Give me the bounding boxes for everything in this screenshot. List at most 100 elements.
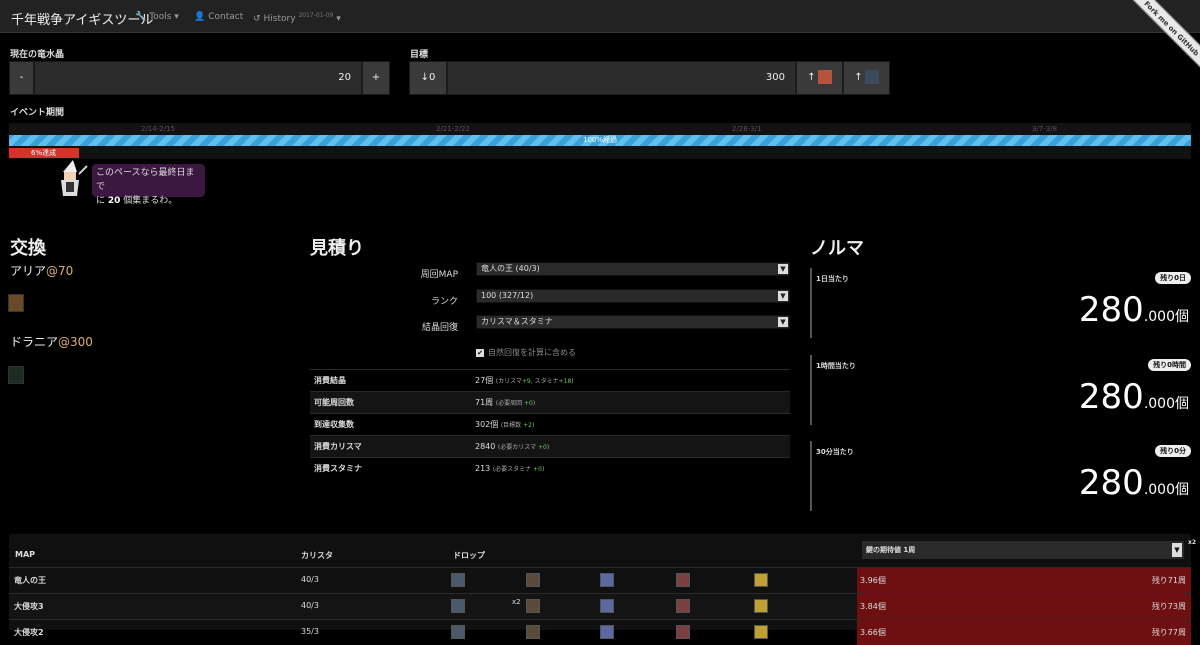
map-charisma: 40/3 xyxy=(301,575,319,584)
map-charisma: 35/3 xyxy=(301,627,319,636)
estimate-row: 消費スタミナ 213 (必要スタミナ +0) xyxy=(310,457,790,480)
drop-item-icon xyxy=(676,625,690,639)
exchange-title: 交換 xyxy=(10,238,46,259)
rank-label: ランク xyxy=(430,297,458,307)
expect-value: 3.96個 xyxy=(860,576,886,585)
remaining-badge: 残り0日 xyxy=(1155,272,1191,284)
period-label: イベント期間 xyxy=(10,108,65,118)
speech-count: 20 xyxy=(107,196,121,206)
contact-link[interactable]: 👤 Contact xyxy=(194,12,243,22)
drop-item-icon xyxy=(600,599,614,613)
drop-multiplier: x2 xyxy=(512,598,521,606)
drop-item-icon xyxy=(676,599,690,613)
item-name: アリア xyxy=(10,264,47,278)
table-row: 竜人の王 40/3 xyxy=(9,567,857,593)
chevron-down-icon: ▼ xyxy=(778,317,788,327)
estimate-value: 27個 (カリスマ+9, スタミナ+18) xyxy=(475,369,790,392)
tools-menu[interactable]: 🔧 Tools ▾ xyxy=(135,12,179,22)
map-name: 大侵攻3 xyxy=(14,602,44,611)
header-charisma: カリスタ xyxy=(301,551,333,560)
drop-item-icon xyxy=(451,599,465,613)
map-name: 竜人の王 xyxy=(14,576,46,585)
expect-cell: 3.96個 残り71周 xyxy=(857,567,1191,593)
header-drop: ドロップ xyxy=(453,551,485,560)
drania-portrait-icon[interactable] xyxy=(8,366,24,384)
quota-title: ノルマ xyxy=(810,238,864,259)
drop-item-icon xyxy=(526,573,540,587)
aria-portrait-icon xyxy=(817,70,832,84)
history-icon: ↺ xyxy=(253,14,261,24)
elapsed-progress: 100%経過 xyxy=(9,135,1191,146)
chevron-down-icon: ▼ xyxy=(778,264,788,274)
detail-post: ) xyxy=(541,466,545,474)
quota-dec: .000 xyxy=(1143,396,1175,412)
drop-item-icon xyxy=(600,625,614,639)
expect-cell: 3.84個 残り73周 xyxy=(857,593,1191,619)
speech-bubble: このペースなら最終日まで に 20 個集まるわ。 xyxy=(92,164,205,206)
brand-title[interactable]: 千年戦争アイギスツール xyxy=(11,9,153,28)
recover-select[interactable]: カリスマ＆スタミナ ▼ xyxy=(476,315,790,329)
increment-button[interactable]: + xyxy=(362,61,390,95)
quota-value: 280.000個 xyxy=(1079,463,1189,503)
table-row: 大侵攻2 35/3 xyxy=(9,619,857,645)
estimate-detail: (必要カリスマ +0) xyxy=(498,444,549,451)
period-tick: 2/14-2/15 xyxy=(141,125,175,133)
exchange-item-drania: ドラニア@300 xyxy=(10,333,93,350)
drania-portrait-icon xyxy=(864,70,879,84)
estimate-row: 到達収集数 302個 (目標数 +2) xyxy=(310,413,790,436)
natural-recovery-checkbox[interactable]: ✔ 自然回復を計算に含める xyxy=(476,347,576,358)
rank-select[interactable]: 100 (327/12) ▼ xyxy=(476,289,790,303)
history-menu[interactable]: ↺ History 2017-01-09 ▾ xyxy=(253,12,341,24)
witch-character-icon xyxy=(61,160,88,196)
github-ribbon-label[interactable]: Fork me on GitHub xyxy=(1125,0,1200,75)
detail-pre: (必要スタミナ xyxy=(492,466,534,474)
estimate-detail: (必要スタミナ +0) xyxy=(493,466,544,473)
detail-green: +9 xyxy=(521,378,531,385)
item-cost: @300 xyxy=(58,335,93,349)
goal-aria-button[interactable]: ↑ xyxy=(796,61,843,95)
chevron-down-icon: ▼ xyxy=(778,291,788,301)
detail-green: +0 xyxy=(533,466,542,474)
current-crystal-input[interactable]: 20 xyxy=(34,61,362,95)
expect-select-value: 鍵の期待値 1周 xyxy=(866,546,916,554)
expect-value: 3.66個 xyxy=(860,628,886,637)
detail-post: ) xyxy=(532,400,536,407)
goal-label: 目標 xyxy=(410,50,429,60)
quota-label: 1日当たり xyxy=(816,275,849,283)
expect-cell: 3.66個 残り77周 xyxy=(857,619,1191,645)
goal-input[interactable]: 300 xyxy=(447,61,796,95)
expect-select[interactable]: 鍵の期待値 1周 ▼ xyxy=(862,541,1184,559)
quota-label: 30分当たり xyxy=(816,448,854,456)
remaining-badge: 残り0分 xyxy=(1155,445,1191,457)
aria-portrait-icon[interactable] xyxy=(8,294,24,312)
period-tick: 2/28-3/1 xyxy=(732,125,762,133)
decrement-button[interactable]: - xyxy=(9,61,34,95)
github-ribbon[interactable]: Fork me on GitHub xyxy=(1125,0,1200,75)
estimate-table: 消費結晶 27個 (カリスマ+9, スタミナ+18) 可能周回数 71周 (必要周回 … xyxy=(310,369,790,480)
drop-item-icon xyxy=(451,625,465,639)
speech-post: 個集まるわ。 xyxy=(120,196,178,206)
tools-label: Tools xyxy=(149,12,172,22)
estimate-title: 見積り xyxy=(310,238,364,259)
estimate-main: 27個 xyxy=(475,376,494,385)
map-select-value: 竜人の王 (40/3) xyxy=(481,264,540,273)
estimate-detail: (カリスマ+9, スタミナ+18) xyxy=(496,378,574,385)
chevron-down-icon: ▼ xyxy=(1172,543,1182,557)
remaining-runs: 残り73周 xyxy=(1151,602,1186,611)
estimate-value: 2840 (必要カリスマ +0) xyxy=(475,435,790,458)
arrow-up-icon: ↑ xyxy=(807,72,816,83)
drop-item-icon xyxy=(526,625,540,639)
estimate-key: 消費結晶 xyxy=(310,369,475,392)
quota-int: 280 xyxy=(1078,463,1144,503)
estimate-key: 到達収集数 xyxy=(310,413,475,436)
estimate-main: 213 xyxy=(475,464,491,474)
quota-unit: 個 xyxy=(1175,482,1189,498)
goal-zero-button[interactable]: ↓0 xyxy=(409,61,447,95)
goal-drania-button[interactable]: ↑ xyxy=(843,61,890,95)
history-date: 2017-01-09 xyxy=(298,12,334,19)
map-select[interactable]: 竜人の王 (40/3) ▼ xyxy=(476,262,790,276)
detail-mid: , スタミナ xyxy=(530,378,559,385)
quota-value: 280.000個 xyxy=(1079,377,1189,417)
exchange-item-aria: アリア@70 xyxy=(10,262,73,279)
history-label: History xyxy=(263,14,296,24)
